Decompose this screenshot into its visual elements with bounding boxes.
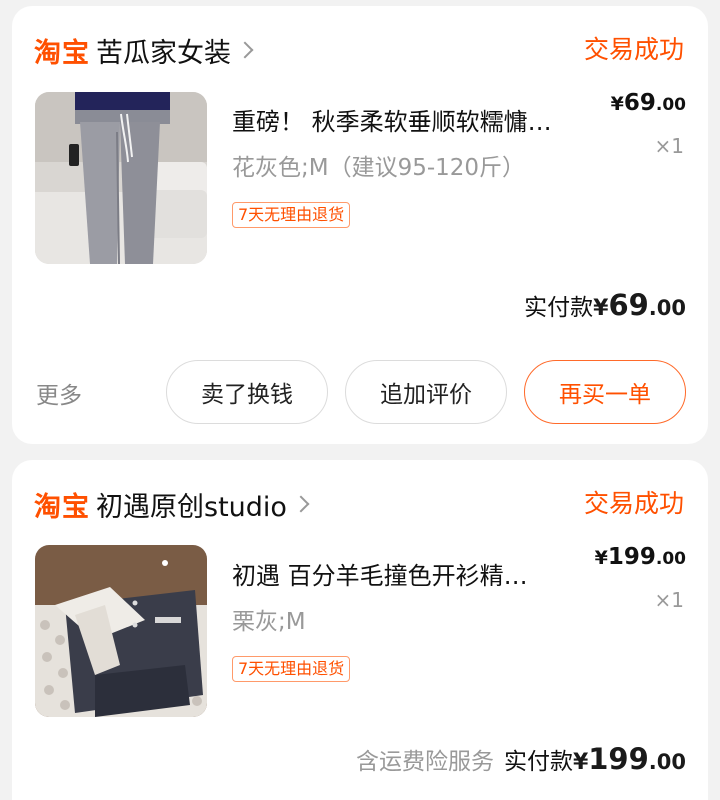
- shop-header[interactable]: 淘宝 初遇原创studio: [34, 482, 310, 526]
- order-status: 交易成功: [583, 35, 684, 64]
- currency-symbol: ¥: [572, 750, 589, 775]
- item-quantity: ×1: [654, 134, 684, 158]
- paid-decimal: .00: [648, 296, 686, 320]
- currency-symbol: ¥: [593, 296, 609, 321]
- paid-decimal: .00: [648, 750, 686, 774]
- paid-label: 实付款: [524, 295, 594, 321]
- order-status: 交易成功: [583, 489, 684, 518]
- product-title[interactable]: 初遇 百分羊毛撞色开衫精…: [232, 556, 592, 591]
- product-photo-pants: [35, 92, 207, 264]
- paid-integer: 69: [608, 288, 649, 322]
- paid-label: 实付款: [503, 749, 573, 775]
- item-price: ¥69.00: [611, 90, 686, 116]
- currency-symbol: ¥: [610, 93, 624, 115]
- platform-logo: 淘宝: [34, 491, 90, 523]
- shipping-insurance-label[interactable]: 含运费险服务: [356, 742, 494, 776]
- paid-amount-row: 含运费险服务 实付款 ¥199.00: [356, 742, 686, 776]
- product-sku: 花灰色;M（建议95-120斤）: [232, 155, 526, 181]
- order-card[interactable]: 淘宝 苦瓜家女装 交易成功 重磅！ 秋季柔软垂顺软糯慵… 花灰色;M（建议95-…: [12, 6, 708, 444]
- more-link[interactable]: 更多: [36, 376, 82, 410]
- chevron-right-icon: [236, 41, 254, 59]
- shop-name[interactable]: 初遇原创studio: [96, 485, 287, 524]
- return-policy-tag: 7天无理由退货: [232, 202, 351, 228]
- product-image[interactable]: [35, 92, 207, 264]
- paid-amount-row: 实付款 ¥69.00: [524, 288, 686, 322]
- return-policy-tag: 7天无理由退货: [232, 656, 351, 682]
- paid-integer: 199: [588, 742, 649, 776]
- currency-symbol: ¥: [594, 547, 608, 569]
- price-integer: 69: [623, 90, 656, 116]
- order-card[interactable]: 淘宝 初遇原创studio 交易成功 初遇 百分羊毛撞色开衫精… 栗灰;M 7天…: [12, 460, 708, 800]
- product-photo-cardigan: [35, 545, 207, 717]
- item-price: ¥199.00: [595, 544, 686, 570]
- shop-header[interactable]: 淘宝 苦瓜家女装: [34, 28, 254, 72]
- product-image[interactable]: [35, 545, 207, 717]
- add-review-button[interactable]: 追加评价: [345, 360, 507, 424]
- product-title[interactable]: 重磅！ 秋季柔软垂顺软糯慵…: [232, 102, 592, 137]
- platform-logo: 淘宝: [34, 37, 90, 69]
- price-decimal: .00: [655, 95, 686, 115]
- item-quantity: ×1: [654, 588, 684, 612]
- price-integer: 199: [607, 544, 656, 570]
- product-sku: 栗灰;M: [232, 609, 306, 635]
- price-decimal: .00: [655, 549, 686, 569]
- chevron-right-icon: [292, 495, 310, 513]
- buy-again-button[interactable]: 再买一单: [524, 360, 686, 424]
- sell-button[interactable]: 卖了换钱: [166, 360, 328, 424]
- shop-name[interactable]: 苦瓜家女装: [96, 31, 231, 70]
